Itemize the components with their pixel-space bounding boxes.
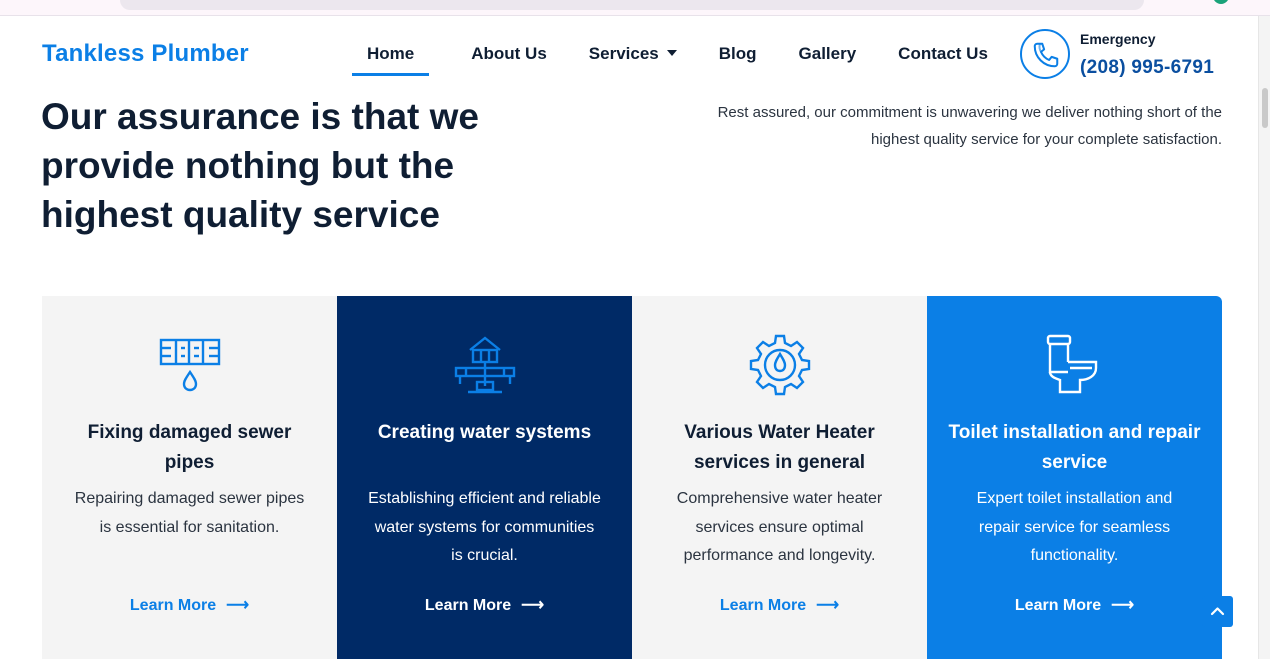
nav-services[interactable]: Services [589, 44, 677, 76]
learn-more-link[interactable]: Learn More ⟶ [927, 595, 1222, 615]
nav-services-label: Services [588, 44, 659, 63]
learn-more-label: Learn More [424, 597, 512, 614]
service-card-water-systems: Creating water systems Establishing effi… [337, 296, 632, 659]
phone-icon[interactable] [1020, 29, 1070, 79]
main-nav: Home About Us Services Blog Gallery Cont… [352, 44, 1030, 76]
card-desc: Comprehensive water heater services ensu… [676, 490, 883, 564]
chevron-up-icon [1210, 607, 1225, 616]
card-desc: Expert toilet installation and repair se… [976, 490, 1173, 564]
emergency-phone-link[interactable]: (208) 995-6791 [1080, 57, 1214, 79]
page-scrollbar[interactable] [1258, 16, 1270, 659]
card-desc: Repairing damaged sewer pipes is essenti… [74, 490, 305, 536]
nav-contact-us[interactable]: Contact Us [898, 44, 988, 76]
card-title: Fixing damaged sewer pipes [87, 422, 292, 473]
address-bar[interactable] [120, 0, 1144, 10]
arrow-right-icon: ⟶ [1111, 597, 1135, 614]
service-cards: Fixing damaged sewer pipes Repairing dam… [42, 296, 1222, 659]
intro-text: Rest assured, our commitment is unwaveri… [717, 104, 1222, 148]
emergency-label: Emergency [1080, 31, 1156, 47]
gear-drop-icon [749, 334, 811, 396]
service-card-toilet: Toilet installation and repair service E… [927, 296, 1222, 659]
service-card-sewer: Fixing damaged sewer pipes Repairing dam… [42, 296, 337, 659]
scrollbar-thumb[interactable] [1262, 88, 1268, 128]
arrow-right-icon: ⟶ [816, 597, 840, 614]
nav-about-us[interactable]: About Us [471, 44, 547, 76]
learn-more-link[interactable]: Learn More ⟶ [337, 595, 632, 615]
scroll-to-top-button[interactable] [1202, 596, 1233, 627]
arrow-right-icon: ⟶ [226, 597, 250, 614]
nav-home[interactable]: Home [352, 44, 430, 76]
page-heading: Our assurance is that we provide nothing… [41, 96, 480, 235]
pipe-leak-icon [159, 334, 221, 396]
learn-more-label: Learn More [1014, 597, 1102, 614]
card-title: Various Water Heater services in general [684, 422, 875, 473]
toilet-icon [1044, 334, 1106, 396]
profile-indicator-icon[interactable] [1213, 0, 1229, 4]
service-card-water-heater: Various Water Heater services in general… [632, 296, 927, 659]
learn-more-link[interactable]: Learn More ⟶ [632, 595, 927, 615]
card-desc: Establishing efficient and reliable wate… [368, 490, 601, 564]
nav-gallery[interactable]: Gallery [799, 44, 857, 76]
learn-more-label: Learn More [719, 597, 807, 614]
water-system-icon [454, 334, 516, 396]
nav-blog[interactable]: Blog [719, 44, 757, 76]
learn-more-link[interactable]: Learn More ⟶ [42, 595, 337, 615]
arrow-right-icon: ⟶ [521, 597, 545, 614]
site-logo[interactable]: Tankless Plumber [42, 40, 249, 68]
card-title: Toilet installation and repair service [948, 422, 1201, 473]
learn-more-label: Learn More [129, 597, 217, 614]
browser-top-strip [0, 0, 1270, 16]
card-title: Creating water systems [377, 422, 592, 443]
site-header: Tankless Plumber Home About Us Services … [0, 16, 1258, 86]
caret-down-icon [666, 49, 677, 56]
